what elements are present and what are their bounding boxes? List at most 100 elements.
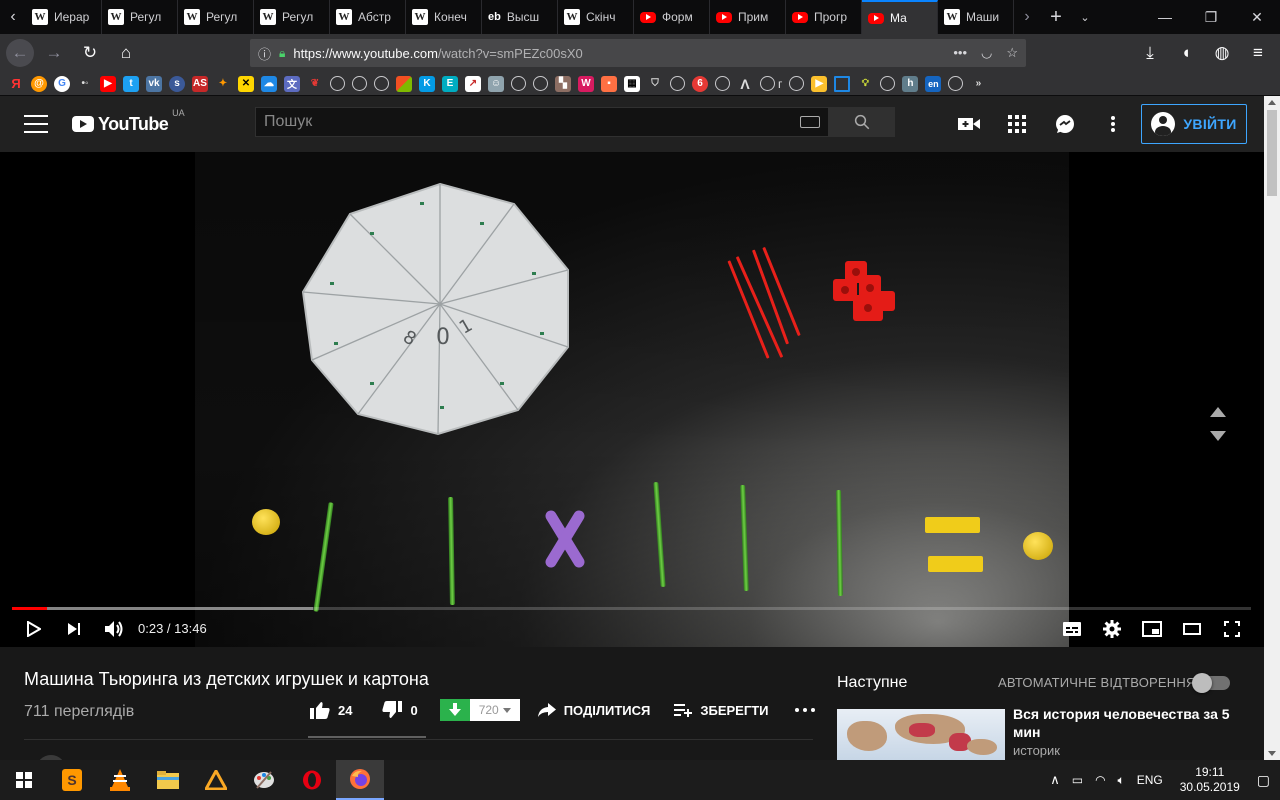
file-explorer-taskbar-button[interactable]	[144, 760, 192, 800]
window-restore-icon[interactable]: ❐	[1188, 0, 1234, 34]
next-video-title[interactable]: Вся история человечества за 5 мин	[1013, 705, 1233, 741]
tray-overflow-chevron-icon[interactable]: ∧	[1050, 772, 1060, 788]
keyboard-icon[interactable]	[800, 116, 820, 128]
globe-bookmark-icon[interactable]	[789, 76, 805, 91]
globe-bookmark-icon[interactable]	[533, 76, 548, 91]
subtitles-button[interactable]	[1052, 611, 1092, 647]
download-quality-select[interactable]: 720	[469, 699, 520, 721]
scroll-down-arrow-icon[interactable]	[1268, 751, 1276, 756]
blocks-bookmark-icon[interactable]: ▚	[555, 75, 571, 92]
back-arrow-icon[interactable]: ←	[6, 39, 34, 67]
en-bookmark-icon[interactable]: en	[925, 75, 942, 92]
profile-bookmark-icon[interactable]: ☺	[488, 75, 504, 92]
globe-bookmark-icon[interactable]	[330, 76, 345, 91]
notifications-icon[interactable]: ▢	[1257, 772, 1270, 789]
bookmark-star-icon[interactable]: ☆	[1006, 45, 1018, 61]
home-icon[interactable]: ⌂	[110, 37, 142, 69]
browser-tab[interactable]: Ма	[862, 0, 938, 34]
video-player[interactable]: 0 8 1 0:23 / 13:46	[0, 152, 1264, 647]
nav-down-arrow-icon[interactable]	[1210, 431, 1226, 441]
youtube-bookmark-icon[interactable]: ▶	[100, 75, 116, 92]
next-button[interactable]	[54, 611, 94, 647]
browser-tab[interactable]: Прим	[710, 0, 786, 34]
apps-grid-icon[interactable]	[1005, 112, 1029, 136]
input-language[interactable]: ENG	[1137, 773, 1163, 787]
google-bookmark-icon[interactable]: G	[54, 75, 70, 92]
skype-bookmark-icon[interactable]: s	[169, 75, 185, 92]
vlc-taskbar-button[interactable]	[96, 760, 144, 800]
tab-list-chevron-icon[interactable]: ⌄	[1072, 0, 1098, 34]
forward-arrow-icon[interactable]: →	[38, 37, 70, 69]
twitter-bookmark-icon[interactable]: t	[123, 75, 139, 92]
microsoft-bookmark-icon[interactable]	[396, 75, 412, 92]
app-taskbar-button[interactable]	[192, 760, 240, 800]
window-minimize-icon[interactable]: —	[1142, 0, 1188, 34]
globe-bookmark-icon[interactable]	[352, 76, 367, 91]
browser-tab[interactable]: W Регул	[178, 0, 254, 34]
globe-bookmark-icon[interactable]	[760, 76, 775, 91]
h-bookmark-icon[interactable]: h	[902, 75, 919, 92]
downloads-icon[interactable]: ⤓	[1134, 37, 1166, 69]
square-bookmark-icon[interactable]	[834, 75, 851, 92]
bookmarks-overflow-icon[interactable]: »	[970, 76, 986, 92]
browser-tab[interactable]: W Регул	[102, 0, 178, 34]
window-close-icon[interactable]: ✕	[1234, 0, 1280, 34]
address-bar[interactable]: ⓘ 🔒︎ https://www.youtube.com/watch?v=smP…	[250, 39, 1026, 67]
scrollbar-thumb[interactable]	[1267, 110, 1277, 196]
like-button[interactable]: 24	[310, 701, 352, 719]
leaf-bookmark-icon[interactable]: ❦	[307, 76, 323, 92]
nav-up-arrow-icon[interactable]	[1210, 407, 1226, 417]
vpn-globe-icon[interactable]: ◍	[1206, 37, 1238, 69]
theater-mode-button[interactable]	[1172, 611, 1212, 647]
vk-bookmark-icon[interactable]: vk	[146, 75, 162, 92]
wifi-icon[interactable]: ◠	[1095, 773, 1105, 787]
page-actions-icon[interactable]: •••	[953, 45, 967, 61]
dislike-button[interactable]: 0	[382, 701, 418, 719]
w-bookmark-icon[interactable]: W	[578, 75, 594, 92]
e-bookmark-icon[interactable]: E	[442, 75, 458, 92]
play-button[interactable]	[14, 611, 54, 647]
browser-tab[interactable]: W Иерар	[26, 0, 102, 34]
flag-bookmark-icon[interactable]: ▶	[811, 75, 828, 92]
messages-icon[interactable]	[1053, 112, 1077, 136]
battery-icon[interactable]: ▭	[1072, 773, 1083, 787]
globe-bookmark-icon[interactable]	[715, 76, 730, 91]
start-button[interactable]	[0, 760, 48, 800]
search-input[interactable]	[264, 113, 800, 131]
cloud-bookmark-icon[interactable]: ☁	[261, 75, 277, 92]
chart-bookmark-icon[interactable]: ↗	[465, 75, 481, 92]
sign-in-button[interactable]: УВІЙТИ	[1141, 104, 1247, 144]
bulb-bookmark-icon[interactable]: 💡︎	[857, 76, 873, 92]
browser-tab[interactable]: eb Высш	[482, 0, 558, 34]
mouse-extension-icon[interactable]: ◖	[1170, 37, 1202, 69]
six-bookmark-icon[interactable]: 6	[692, 75, 708, 92]
shield-bookmark-icon[interactable]: ⛉	[647, 76, 663, 92]
globe-bookmark-icon[interactable]	[880, 76, 896, 91]
browser-tab[interactable]: Форм	[634, 0, 710, 34]
browser-tab[interactable]: W Скінч	[558, 0, 634, 34]
k-bookmark-icon[interactable]: K	[419, 75, 435, 92]
lambda-bookmark-icon[interactable]: Λ	[737, 76, 753, 92]
x-bookmark-icon[interactable]: ✕	[238, 75, 254, 92]
new-tab-icon[interactable]: +	[1040, 0, 1072, 34]
globe-bookmark-icon[interactable]	[511, 76, 526, 91]
share-button[interactable]: ПОДІЛИТИСЯ	[537, 703, 650, 718]
browser-tab[interactable]: W Регул	[254, 0, 330, 34]
next-video-thumbnail[interactable]	[837, 709, 1005, 760]
grid-bookmark-icon[interactable]: ▦	[624, 75, 640, 92]
search-button[interactable]	[829, 107, 895, 137]
download-widget[interactable]: 720	[439, 699, 520, 721]
tab-scroll-left-icon[interactable]: ‹	[0, 0, 26, 34]
scroll-up-arrow-icon[interactable]	[1268, 100, 1276, 105]
menu-icon[interactable]: ≡	[1242, 37, 1274, 69]
opera-taskbar-button[interactable]	[288, 760, 336, 800]
next-video-channel[interactable]: историк	[1013, 743, 1060, 758]
youtube-logo[interactable]: YouTube UA	[72, 108, 185, 135]
as-bookmark-icon[interactable]: AS	[192, 75, 208, 92]
browser-tab[interactable]: W Маши	[938, 0, 1014, 34]
save-button[interactable]: ЗБЕРЕГТИ	[674, 703, 769, 718]
letter-bookmark[interactable]: г	[778, 77, 782, 91]
clock[interactable]: 19:11 30.05.2019	[1175, 765, 1245, 795]
firefox-taskbar-button[interactable]	[336, 760, 384, 800]
globe-bookmark-icon[interactable]	[670, 76, 685, 91]
